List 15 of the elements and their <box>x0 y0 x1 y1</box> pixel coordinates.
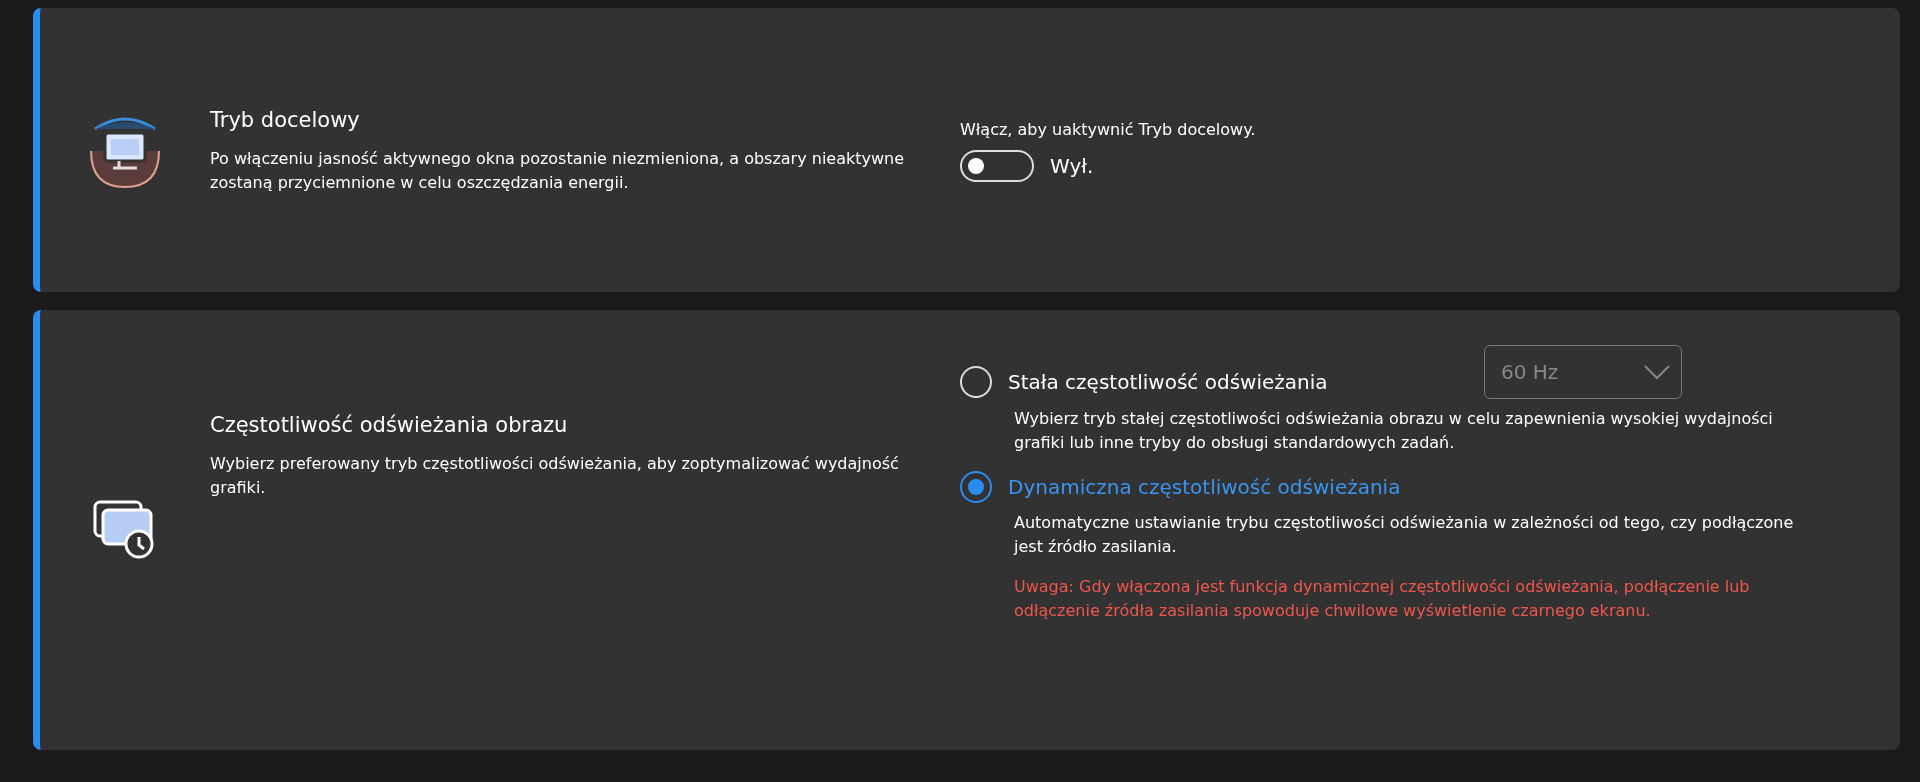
option-description: Automatyczne ustawianie trybu częstotliwości odświeżania w zależności od tego, czy podłączone jest źródło zasilania. <box>1012 512 1795 558</box>
chevron-down-icon <box>1643 364 1671 380</box>
section-description: Wybierz preferowany tryb częstotliwości odświeżania, aby zoptymalizować wydajność grafiki. <box>210 452 900 499</box>
radio-button[interactable] <box>960 471 992 503</box>
section-title: Częstotliwość odświeżania obrazu <box>210 412 569 439</box>
toggle-switch[interactable] <box>960 150 1034 182</box>
section-title: Tryb docelowy <box>210 107 361 135</box>
radio-label: Stała częstotliwość odświeżania <box>1008 369 1329 396</box>
toggle-state: Wył. <box>1050 153 1094 180</box>
refresh-rate-dropdown[interactable]: 60 Hz <box>1484 345 1682 399</box>
toggle-caption: Włącz, aby uaktywnić Tryb docelowy. <box>960 119 1257 141</box>
section-description: Po włączeniu jasność aktywnego okna pozostanie niezmieniona, a obszary nieaktywne zostaną przyciemnione w celu oszczędzania energii. <box>210 147 906 194</box>
option-description: Wybierz tryb stałej częstotliwości odświeżania obrazu w celu zapewnienia wysokiej wydajności grafiki lub inne tryby do obsługi standardowych zadań. <box>1013 408 1774 454</box>
warning-text: Uwaga: Gdy włączona jest funkcja dynamicznej częstotliwości odświeżania, podłączenie lub odłączenie źródła zasilania spowoduje chwilowe wyświetlenie czarnego ekranu. <box>1013 576 1751 622</box>
radio-label: Dynamiczna częstotliwość odświeżania <box>1008 474 1402 501</box>
